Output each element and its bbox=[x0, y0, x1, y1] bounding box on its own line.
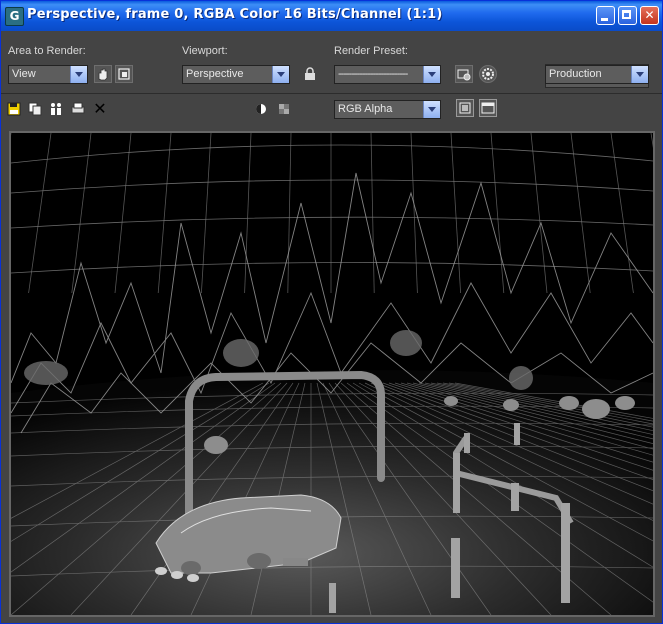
clone-icon[interactable] bbox=[49, 102, 63, 116]
mono-icon[interactable] bbox=[254, 102, 268, 116]
alpha-icon[interactable] bbox=[277, 102, 291, 116]
settings-icon bbox=[482, 68, 494, 80]
render-controls-panel: Area to Render: View Viewport: Perspecti… bbox=[1, 31, 662, 93]
viewport-label: Viewport: bbox=[182, 45, 228, 57]
print-icon[interactable] bbox=[71, 102, 85, 116]
minimize-button[interactable] bbox=[596, 6, 615, 25]
hand-icon-button[interactable] bbox=[94, 65, 112, 83]
area-to-render-label: Area to Render: bbox=[8, 45, 86, 57]
panel-icon bbox=[459, 102, 471, 114]
render-setup-button[interactable] bbox=[479, 65, 497, 83]
lock-icon bbox=[305, 67, 315, 80]
chevron-down-icon[interactable] bbox=[631, 66, 648, 83]
area-to-render-value: View bbox=[12, 68, 36, 80]
chevron-down-icon[interactable] bbox=[423, 66, 440, 83]
chevron-down-icon[interactable] bbox=[423, 101, 440, 118]
region-icon-button[interactable] bbox=[115, 65, 133, 83]
clear-icon[interactable]: ✕ bbox=[93, 101, 107, 117]
channel-toolbar: ✕ RGB Alpha bbox=[1, 93, 662, 212]
app-icon: G bbox=[5, 7, 24, 26]
maximize-button[interactable] bbox=[618, 6, 637, 25]
viewport-dropdown[interactable]: Perspective bbox=[182, 65, 290, 84]
render-preset-value: -------------------------- bbox=[338, 68, 408, 80]
copy-icon[interactable] bbox=[28, 102, 42, 116]
environment-icon bbox=[457, 69, 471, 81]
save-icon[interactable] bbox=[7, 102, 21, 116]
chevron-down-icon[interactable] bbox=[272, 66, 289, 83]
environment-button[interactable] bbox=[455, 65, 473, 83]
render-preset-dropdown[interactable]: -------------------------- bbox=[334, 65, 441, 84]
rendered-scene-image bbox=[11, 133, 653, 615]
fullscreen-icon bbox=[481, 102, 495, 114]
close-icon: ✕ bbox=[644, 8, 655, 22]
viewport-value: Perspective bbox=[186, 68, 244, 80]
maximize-icon bbox=[622, 10, 631, 19]
lock-button[interactable] bbox=[301, 65, 319, 83]
channel-display-dropdown[interactable]: RGB Alpha bbox=[334, 100, 441, 119]
render-preset-label: Render Preset: bbox=[334, 45, 408, 57]
channel-display-value: RGB Alpha bbox=[338, 103, 393, 115]
render-mode-dropdown[interactable]: Production bbox=[545, 65, 649, 84]
fullscreen-button[interactable] bbox=[479, 99, 497, 117]
render-mode-value: Production bbox=[549, 68, 602, 80]
title-bar[interactable]: G Perspective, frame 0, RGBA Color 16 Bi… bbox=[1, 1, 662, 31]
hand-icon bbox=[98, 68, 108, 81]
chevron-down-icon[interactable] bbox=[70, 66, 87, 83]
minimize-icon bbox=[601, 18, 608, 21]
render-viewport[interactable] bbox=[9, 131, 655, 617]
close-button[interactable]: ✕ bbox=[640, 6, 659, 25]
render-frame-window: G Perspective, frame 0, RGBA Color 16 Bi… bbox=[0, 0, 663, 624]
window-title: Perspective, frame 0, RGBA Color 16 Bits… bbox=[27, 7, 443, 22]
area-to-render-dropdown[interactable]: View bbox=[8, 65, 88, 84]
region-icon bbox=[118, 68, 130, 80]
panel-toggle-button[interactable] bbox=[456, 99, 474, 117]
